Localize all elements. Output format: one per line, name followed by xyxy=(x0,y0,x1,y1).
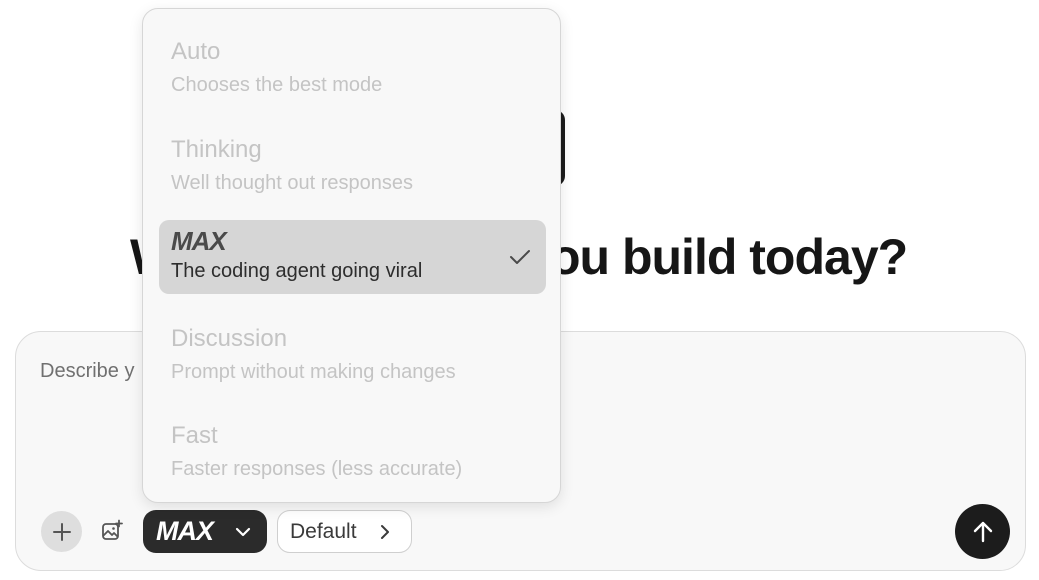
menu-item-title: Discussion xyxy=(171,325,288,352)
menu-item-description: Well thought out responses xyxy=(171,172,414,194)
mode-dropdown-menu: Auto Chooses the best mode Thinking Well… xyxy=(142,8,561,503)
chevron-down-icon xyxy=(235,527,251,537)
menu-item-max[interactable]: MAX The coding agent going viral xyxy=(159,220,546,294)
menu-item-description: Prompt without making changes xyxy=(171,361,456,383)
arrow-up-icon xyxy=(973,521,992,542)
menu-item-auto[interactable]: Auto Chooses the best mode xyxy=(159,24,546,98)
headline-right-fragment: ou build today? xyxy=(550,229,908,285)
app-screen: W ou build today? MAX Default xyxy=(0,0,1039,580)
check-icon xyxy=(510,250,530,264)
menu-item-title: Thinking xyxy=(171,136,262,163)
mode-selector-button[interactable]: MAX xyxy=(143,510,267,553)
menu-item-description: Chooses the best mode xyxy=(171,74,383,96)
menu-item-description: The coding agent going viral xyxy=(171,260,423,282)
image-add-icon xyxy=(102,519,123,540)
send-button[interactable] xyxy=(955,504,1010,559)
menu-item-description: Faster responses (less accurate) xyxy=(171,458,463,480)
menu-item-title: MAX xyxy=(171,226,227,256)
menu-item-title: Fast xyxy=(171,422,218,449)
menu-item-discussion[interactable]: Discussion Prompt without making changes xyxy=(159,311,546,385)
plus-icon xyxy=(52,522,71,541)
menu-item-fast[interactable]: Fast Faster responses (less accurate) xyxy=(159,408,546,482)
menu-item-thinking[interactable]: Thinking Well thought out responses xyxy=(159,122,546,196)
default-selector-label: Default xyxy=(290,519,357,543)
default-selector-button[interactable]: Default xyxy=(277,510,412,553)
add-image-button[interactable] xyxy=(98,517,126,545)
mode-selector-label: MAX xyxy=(156,516,214,546)
add-attachment-button[interactable] xyxy=(41,511,82,552)
chevron-right-icon xyxy=(381,525,389,539)
menu-item-title: Auto xyxy=(171,38,221,65)
